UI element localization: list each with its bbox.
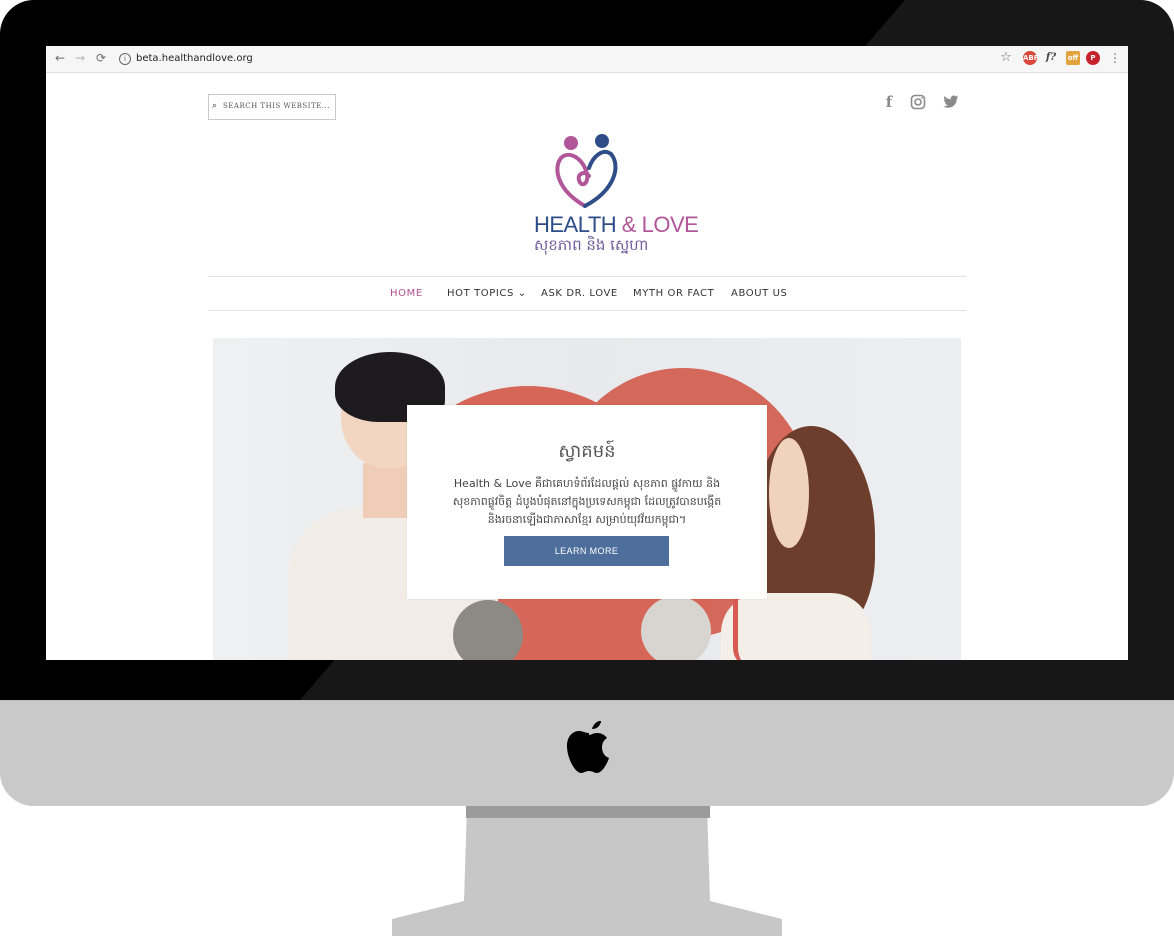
off-extension-icon[interactable]: off [1066, 51, 1080, 65]
search-icon: ⌕ [212, 101, 218, 111]
nav-hot-topics-label: HOT TOPICS [447, 288, 514, 299]
browser-window: ← → ⟳ i beta.healthandlove.org ☆ ABP f? … [46, 46, 1128, 660]
apple-logo-icon [567, 721, 609, 773]
search-box: ⌕ [208, 94, 336, 120]
stand-neck-shadow [466, 806, 710, 818]
nav-hot-topics[interactable]: HOT TOPICS ⌄ [447, 288, 527, 299]
heart-people-logo-icon [555, 134, 618, 208]
browser-toolbar: ← → ⟳ i beta.healthandlove.org ☆ ABP f? … [46, 46, 1128, 73]
font-extension-icon[interactable]: f? [1044, 51, 1058, 65]
twitter-icon[interactable] [943, 95, 959, 109]
bookmark-star-icon[interactable]: ☆ [998, 50, 1014, 66]
woman-apron-strap [733, 598, 784, 660]
nav-top-divider [208, 276, 966, 277]
logo-text-health: HEALTH [534, 212, 617, 237]
welcome-title: ស្វាគមន៍ [558, 441, 616, 462]
adblock-plus-icon[interactable]: ABP [1023, 51, 1039, 65]
logo-text-ampersand: & [621, 212, 637, 237]
back-button[interactable]: ← [52, 50, 68, 66]
facebook-icon[interactable]: f [882, 94, 896, 110]
logo-text-love: LOVE [641, 212, 699, 237]
imac-monitor: ← → ⟳ i beta.healthandlove.org ☆ ABP f? … [0, 0, 1174, 806]
logo-khmer-text: សុខភាព និង ស្នេហា [534, 236, 649, 254]
nav-home[interactable]: HOME [390, 288, 423, 299]
welcome-text: Health & Love គឺជាគេហទំព័រដែលផ្តល់ សុខភា… [452, 477, 722, 526]
nav-about-us[interactable]: ABOUT US [731, 288, 787, 299]
instagram-icon[interactable] [910, 94, 926, 110]
reload-button[interactable]: ⟳ [93, 50, 109, 66]
woman-face [769, 438, 809, 548]
imac-stand [392, 806, 782, 936]
woman-glove [641, 596, 711, 660]
browser-menu-icon[interactable]: ⋮ [1107, 50, 1123, 66]
pinterest-icon[interactable]: P [1086, 51, 1100, 65]
address-bar[interactable]: beta.healthandlove.org [136, 51, 253, 67]
learn-more-button[interactable]: LEARN MORE [504, 536, 669, 566]
logo-wordmark: HEALTH & LOVE [534, 212, 699, 238]
nav-bottom-divider [208, 310, 966, 311]
info-icon[interactable]: i [119, 53, 131, 65]
nav-myth-or-fact[interactable]: MYTH OR FACT [633, 288, 714, 299]
forward-button[interactable]: → [72, 50, 88, 66]
search-input[interactable] [223, 95, 331, 117]
welcome-card: ស្វាគមន៍ Health & Love គឺជាគេហទំព័រដែលផ្… [407, 405, 767, 599]
nav-ask-dr-love[interactable]: ASK DR. LOVE [541, 288, 618, 299]
chevron-down-icon: ⌄ [517, 288, 527, 299]
